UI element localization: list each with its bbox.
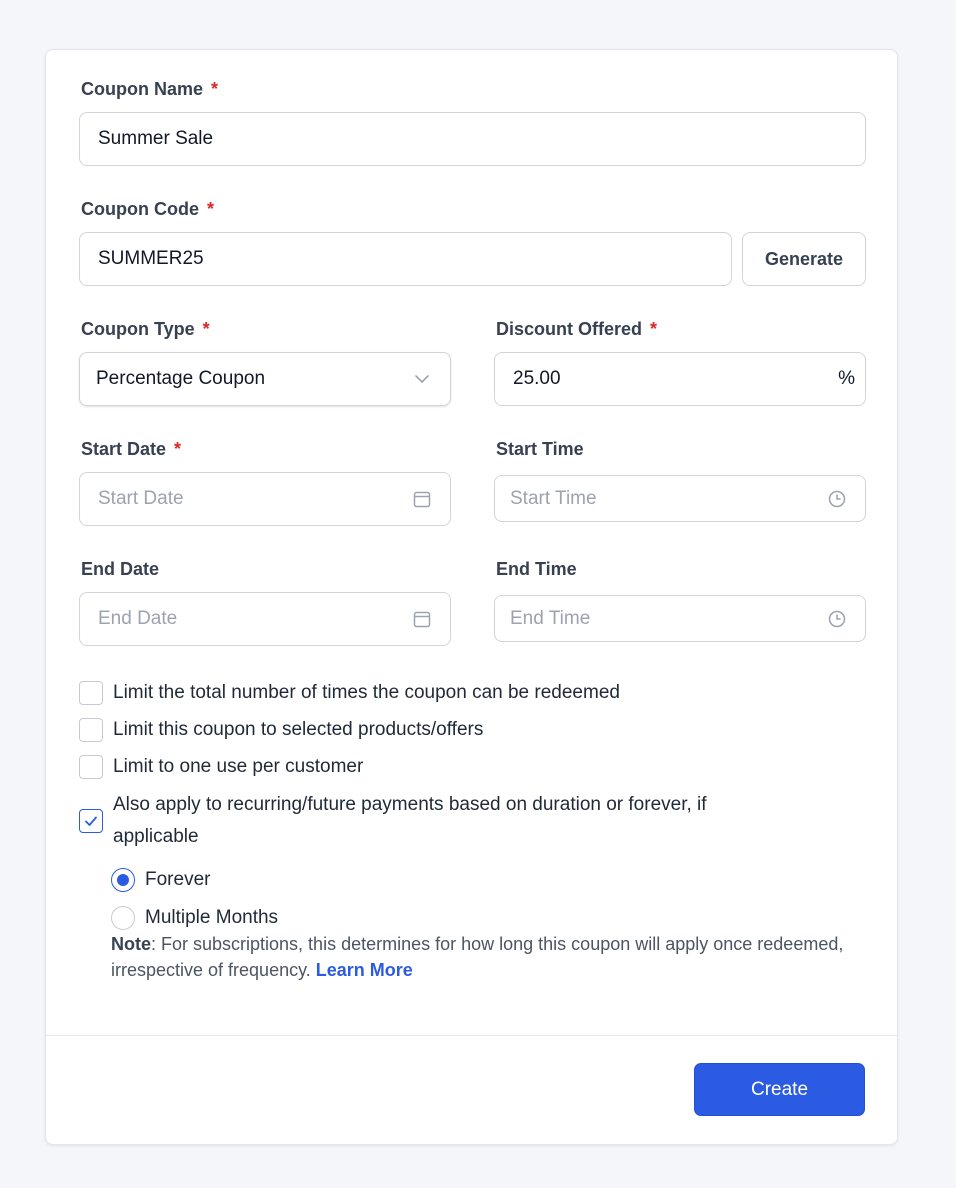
coupon-type-value: Percentage Coupon [96,368,266,389]
start-date-placeholder: Start Date [98,488,184,509]
end-date-placeholder: End Date [98,608,178,629]
coupon-code-value: SUMMER25 [98,248,204,269]
calendar-icon [412,609,432,629]
start-time-label: Start Time [496,439,584,459]
coupon-name-label: Coupon Name * [81,79,219,99]
duration-note: Note: For subscriptions, this determines… [111,931,851,983]
option-one-use-per-customer[interactable]: Limit to one use per customer [79,751,363,783]
duration-multiple-months[interactable]: Multiple Months [111,906,278,930]
coupon-name-value: Summer Sale [98,128,214,149]
option-limit-products[interactable]: Limit this coupon to selected products/o… [79,714,483,746]
check-icon [85,816,97,826]
coupon-code-label: Coupon Code * [81,199,214,219]
option-label: Limit this coupon to selected products/o… [113,719,484,740]
radio-label: Forever [145,869,211,890]
duration-forever[interactable]: Forever [111,868,210,892]
start-time-input[interactable]: Start Time [494,475,866,522]
start-date-input[interactable]: Start Date [79,472,451,526]
start-time-placeholder: Start Time [510,487,597,509]
generate-button[interactable]: Generate [742,232,866,286]
end-time-input[interactable]: End Time [494,595,866,642]
start-date-label: Start Date * [81,439,182,459]
coupon-type-label: Coupon Type * [81,319,210,339]
create-coupon-card: Coupon Name * Summer Sale Coupon Code * SU… [45,49,898,1145]
option-label: Limit to one use per customer [113,756,364,777]
radio-selected[interactable] [111,868,135,892]
checkbox[interactable] [79,681,103,705]
discount-value: 25.00 [513,368,561,389]
option-apply-recurring[interactable]: Also apply to recurring/future payments … [79,789,779,853]
create-button[interactable]: Create [694,1063,865,1116]
discount-offered-label: Discount Offered * [496,319,658,339]
end-date-input[interactable]: End Date [79,592,451,646]
radio-label: Multiple Months [145,907,279,928]
discount-offered-input[interactable]: 25.00 % [494,352,866,406]
checkbox[interactable] [79,718,103,742]
option-label: Limit the total number of times the coup… [113,682,620,703]
calendar-icon [412,489,432,509]
option-label: Also apply to recurring/future payments … [113,794,707,847]
clock-icon [827,489,847,509]
coupon-name-input[interactable]: Summer Sale [79,112,866,166]
learn-more-link[interactable]: Learn More [316,960,413,980]
option-limit-total-redemptions[interactable]: Limit the total number of times the coup… [79,677,620,709]
note-text: : For subscriptions, this determines for… [111,934,844,980]
checkbox-checked[interactable] [79,809,103,833]
clock-icon [827,609,847,629]
end-time-placeholder: End Time [510,607,591,629]
end-date-label: End Date [81,559,160,579]
radio-unselected[interactable] [111,906,135,930]
percent-suffix: % [838,368,855,389]
checkbox[interactable] [79,755,103,779]
end-time-label: End Time [496,559,577,579]
coupon-type-select[interactable]: Percentage Coupon [79,352,451,406]
footer-divider [46,1035,897,1036]
chevron-down-icon [412,369,432,389]
coupon-code-input[interactable]: SUMMER25 [79,232,732,286]
note-prefix: Note [111,934,151,954]
